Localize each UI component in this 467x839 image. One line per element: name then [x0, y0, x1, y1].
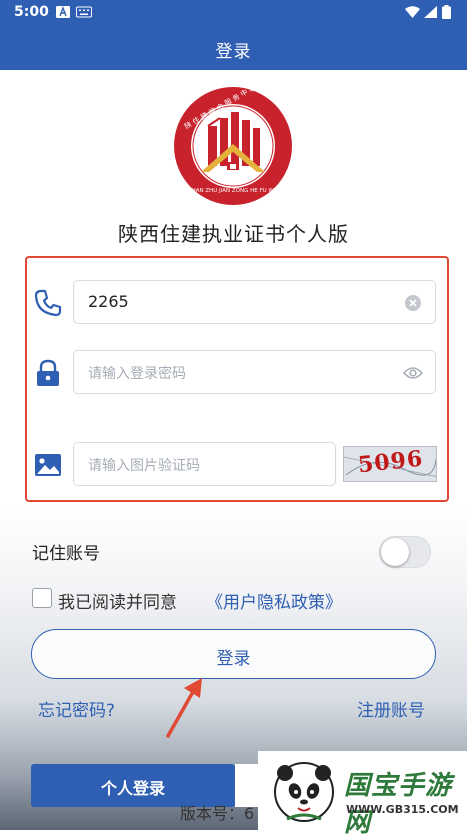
- phone-icon: [34, 289, 62, 317]
- toggle-knob: [381, 538, 409, 566]
- notification-a-icon: [56, 6, 70, 18]
- site-watermark: 国宝手游网 WWW.GB315.COM: [258, 751, 467, 838]
- status-bar: 5:00: [0, 0, 467, 26]
- password-input[interactable]: 请输入登录密码: [73, 350, 436, 394]
- app-name: 陕西住建执业证书个人版: [118, 222, 349, 246]
- keyboard-icon: [76, 6, 92, 18]
- svg-text:SHAN ZHU JIAN ZONG HE FU WU: SHAN ZHU JIAN ZONG HE FU WU: [188, 188, 278, 194]
- watermark-url: WWW.GB315.COM: [346, 803, 459, 816]
- remember-account-label: 记住账号: [32, 544, 100, 564]
- battery-icon: [442, 5, 451, 19]
- privacy-policy-link[interactable]: 《用户隐私政策》: [206, 588, 342, 613]
- login-button[interactable]: 登录: [31, 629, 436, 679]
- eye-icon[interactable]: [403, 366, 423, 380]
- image-icon: [35, 454, 61, 476]
- app-logo: 陕 住 建 综 合 服 务 中 心 SHAN ZHU JIAN ZONG HE …: [174, 86, 292, 205]
- watermark-name: 国宝手游网: [344, 771, 453, 838]
- pointer-arrow-annotation: [166, 678, 202, 738]
- phone-value: 2265: [88, 292, 129, 311]
- captcha-placeholder: 请输入图片验证码: [88, 458, 200, 474]
- remember-account-toggle[interactable]: [379, 536, 431, 568]
- version-text: 版本号：6: [180, 804, 255, 823]
- panda-logo-icon: [274, 762, 334, 822]
- page-title: 登录: [215, 42, 252, 62]
- password-placeholder: 请输入登录密码: [88, 366, 186, 382]
- forgot-password-link[interactable]: 忘记密码?: [38, 696, 115, 721]
- agree-checkbox[interactable]: [32, 588, 52, 608]
- phone-input[interactable]: 2265: [73, 280, 436, 324]
- signal-icon: [424, 6, 437, 18]
- login-button-label: 登录: [216, 649, 251, 669]
- personal-login-label: 个人登录: [100, 779, 165, 798]
- clear-icon[interactable]: [405, 295, 421, 311]
- title-bar: 登录: [0, 26, 467, 70]
- register-account-link[interactable]: 注册账号: [357, 696, 425, 721]
- lock-icon: [37, 359, 59, 386]
- captcha-input[interactable]: 请输入图片验证码: [73, 442, 336, 486]
- status-time: 5:00: [14, 4, 49, 20]
- agree-label: 我已阅读并同意: [58, 593, 177, 613]
- wifi-icon: [405, 6, 420, 18]
- captcha-image[interactable]: 5096: [343, 446, 437, 482]
